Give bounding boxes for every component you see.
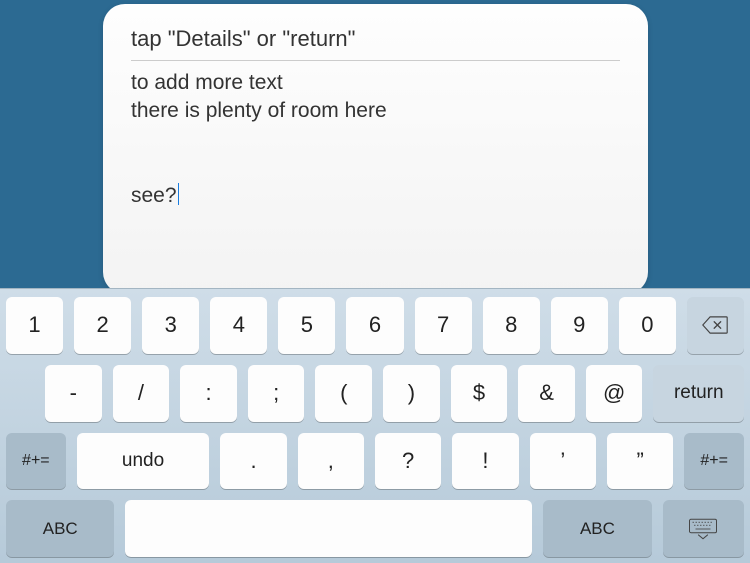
key-apostrophe[interactable]: ’: [530, 433, 596, 490]
key-period[interactable]: .: [220, 433, 286, 490]
key-open-paren[interactable]: (: [315, 365, 372, 422]
key-space[interactable]: [125, 500, 532, 557]
text-cursor: [178, 183, 180, 205]
key-exclaim[interactable]: !: [452, 433, 518, 490]
key-4[interactable]: 4: [210, 297, 267, 354]
key-2[interactable]: 2: [74, 297, 131, 354]
keyboard-row-3: #+= undo . , ? ! ’ ” #+=: [6, 433, 744, 490]
key-abc-left[interactable]: ABC: [6, 500, 114, 557]
key-8[interactable]: 8: [483, 297, 540, 354]
key-colon[interactable]: :: [180, 365, 237, 422]
note-title[interactable]: tap "Details" or "return": [131, 26, 620, 61]
key-at[interactable]: @: [586, 365, 643, 422]
key-slash[interactable]: /: [113, 365, 170, 422]
row2-left-pad: [6, 365, 34, 422]
key-1[interactable]: 1: [6, 297, 63, 354]
key-symbol-shift-right[interactable]: #+=: [684, 433, 744, 490]
key-5[interactable]: 5: [278, 297, 335, 354]
key-undo[interactable]: undo: [77, 433, 210, 490]
key-return[interactable]: return: [653, 365, 744, 422]
key-9[interactable]: 9: [551, 297, 608, 354]
note-card: tap "Details" or "return" to add more te…: [103, 4, 648, 294]
keyboard-row-2: - / : ; ( ) $ & @ return: [6, 365, 744, 422]
key-hyphen[interactable]: -: [45, 365, 102, 422]
key-dismiss-keyboard[interactable]: [663, 500, 744, 557]
keyboard-row-4: ABC ABC: [6, 500, 744, 557]
key-quote[interactable]: ”: [607, 433, 673, 490]
note-body[interactable]: to add more text there is plenty of room…: [131, 69, 620, 211]
key-question[interactable]: ?: [375, 433, 441, 490]
key-7[interactable]: 7: [415, 297, 472, 354]
onscreen-keyboard: 1 2 3 4 5 6 7 8 9 0 - / : ; ( ) $ & @ re…: [0, 288, 750, 563]
key-backspace[interactable]: [687, 297, 744, 354]
key-close-paren[interactable]: ): [383, 365, 440, 422]
note-body-text: to add more text there is plenty of room…: [131, 71, 387, 207]
key-dollar[interactable]: $: [451, 365, 508, 422]
key-comma[interactable]: ,: [298, 433, 364, 490]
key-0[interactable]: 0: [619, 297, 676, 354]
key-semicolon[interactable]: ;: [248, 365, 305, 422]
key-3[interactable]: 3: [142, 297, 199, 354]
dismiss-keyboard-icon: [688, 518, 718, 540]
key-abc-right[interactable]: ABC: [543, 500, 651, 557]
key-ampersand[interactable]: &: [518, 365, 575, 422]
key-symbol-shift-left[interactable]: #+=: [6, 433, 66, 490]
keyboard-row-1: 1 2 3 4 5 6 7 8 9 0: [6, 297, 744, 354]
backspace-icon: [702, 315, 728, 335]
key-6[interactable]: 6: [346, 297, 403, 354]
